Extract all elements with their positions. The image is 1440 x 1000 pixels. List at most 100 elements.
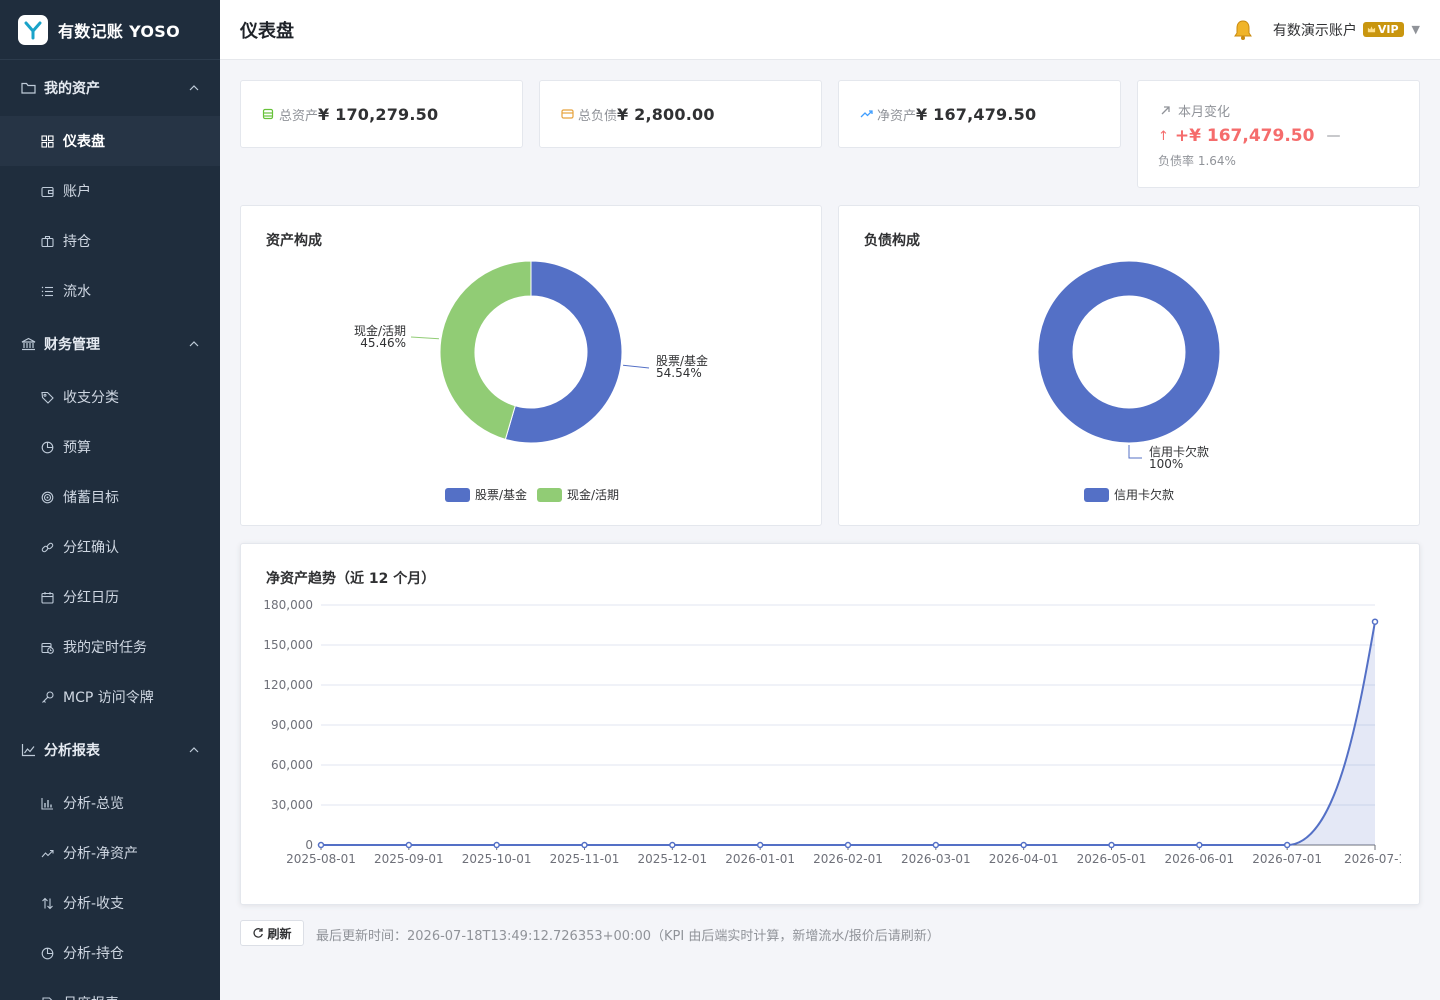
sidebar-item-1-0[interactable]: 收支分类 [0, 372, 220, 422]
liability-composition-card: 负债构成 信用卡欠款 100% 信用卡欠款 [838, 205, 1420, 526]
legend-label[interactable]: 股票/基金 [475, 487, 527, 502]
pie-icon [40, 946, 54, 960]
kpi-value: ¥ 167,479.50 [916, 104, 1037, 124]
sidebar-item-1-1[interactable]: 预算 [0, 422, 220, 472]
menu-group-label: 分析报表 [44, 743, 100, 759]
monthly-change-value: +¥ 167,479.50 [1174, 126, 1315, 146]
sidebar-item-0-0[interactable]: 仪表盘 [0, 116, 220, 166]
data-point[interactable] [756, 841, 764, 849]
sidebar-item-label: 我的定时任务 [63, 640, 147, 656]
data-point[interactable] [844, 841, 852, 849]
kpi-value: ¥ 2,800.00 [617, 104, 715, 124]
sidebar-item-2-4[interactable]: 月度报表 [0, 978, 220, 1000]
sidebar-item-1-6[interactable]: MCP 访问令牌 [0, 672, 220, 722]
y-tick-label: 120,000 [263, 678, 313, 692]
top-header: 仪表盘 有数演示账户 VIP ▼ [220, 0, 1440, 60]
sidebar-item-2-0[interactable]: 分析-总览 [0, 778, 220, 828]
kpi-label: 本月变化 [1178, 105, 1231, 120]
kpi-net-assets: 净资产 ¥ 167,479.50 [838, 80, 1121, 148]
legend-label[interactable]: 信用卡欠款 [1114, 487, 1174, 502]
logo-icon [18, 14, 48, 45]
sidebar-item-2-3[interactable]: 分析-持仓 [0, 928, 220, 978]
data-point[interactable] [1371, 618, 1379, 625]
pie-label-percent: 45.46% [360, 336, 406, 350]
user-dropdown-caret[interactable]: ▼ [1412, 23, 1420, 36]
data-point[interactable] [317, 841, 325, 849]
grid-icon [40, 134, 54, 148]
sidebar-item-1-3[interactable]: 分红确认 [0, 522, 220, 572]
calendar-icon [40, 590, 54, 604]
legend-swatch[interactable] [537, 488, 562, 502]
data-point[interactable] [405, 841, 413, 849]
sidebar-item-label: 分析-持仓 [63, 946, 125, 962]
sort-icon [40, 896, 54, 910]
sidebar-item-label: 月度报表 [63, 993, 119, 1000]
sidebar-item-0-2[interactable]: 持仓 [0, 216, 220, 266]
sidebar-item-label: 持仓 [63, 234, 91, 250]
pie-slice[interactable] [1037, 260, 1221, 444]
menu-group-label: 我的资产 [44, 81, 100, 97]
net-asset-trend-card: 净资产趋势（近 12 个月） 0 30,000 60,000 90,000 120,00… [240, 543, 1420, 905]
kpi-total-liabilities: 总负债 ¥ 2,800.00 [539, 80, 822, 148]
key-icon [40, 690, 54, 704]
sidebar-item-1-2[interactable]: 储蓄目标 [0, 472, 220, 522]
menu-group-0[interactable]: 我的资产 [0, 60, 220, 116]
bell-icon[interactable] [1231, 18, 1255, 42]
data-point[interactable] [1020, 841, 1027, 849]
legend-label[interactable]: 现金/活期 [567, 487, 619, 502]
area-fill [321, 621, 1375, 845]
refresh-button[interactable]: 刷新 [240, 920, 304, 946]
user-name[interactable]: 有数演示账户 [1273, 20, 1357, 40]
legend-swatch[interactable] [1084, 488, 1109, 502]
target-icon [40, 490, 54, 504]
legend-swatch[interactable] [445, 488, 470, 502]
menu-group-2[interactable]: 分析报表 [0, 722, 220, 778]
refresh-icon [252, 927, 264, 939]
sidebar-item-1-5[interactable]: 我的定时任务 [0, 622, 220, 672]
trend-up-icon [859, 107, 873, 121]
kpi-label: 总资产 [279, 108, 319, 124]
app-title: 有数记账 YOSO [58, 21, 181, 41]
y-tick-label: 60,000 [271, 758, 313, 772]
x-tick-label: 2026-04-01 [989, 852, 1059, 866]
refresh-label: 刷新 [267, 926, 292, 941]
y-tick-label: 30,000 [271, 798, 313, 812]
kpi-label: 净资产 [877, 108, 917, 124]
pie-icon [40, 440, 54, 454]
trend-icon [40, 846, 54, 860]
sidebar-item-0-1[interactable]: 账户 [0, 166, 220, 216]
crown-icon [1367, 26, 1375, 33]
sidebar-item-2-1[interactable]: 分析-净资产 [0, 828, 220, 878]
chevron-up-icon[interactable] [188, 744, 200, 756]
sidebar-item-label: 分析-收支 [63, 896, 125, 912]
data-point[interactable] [1196, 841, 1203, 849]
sidebar-item-label: 流水 [63, 284, 91, 300]
chevron-up-icon[interactable] [188, 338, 200, 350]
chevron-up-icon[interactable] [188, 82, 200, 94]
sidebar-item-label: 账户 [63, 184, 91, 200]
x-tick-label: 2025-09-01 [374, 852, 444, 866]
debt-ratio: 负债率 1.64% [1158, 154, 1236, 168]
data-point[interactable] [1108, 841, 1115, 849]
menu-group-1[interactable]: 财务管理 [0, 316, 220, 372]
kpi-value: ¥ 170,279.50 [318, 104, 439, 124]
data-point[interactable] [932, 841, 940, 849]
brand[interactable]: 有数记账 YOSO [0, 0, 220, 60]
data-point[interactable] [1283, 841, 1291, 849]
y-tick-label: 180,000 [263, 598, 313, 612]
data-point[interactable] [669, 841, 676, 849]
sidebar-item-2-2[interactable]: 分析-收支 [0, 878, 220, 928]
pie-label-line [623, 364, 650, 369]
sidebar-item-0-3[interactable]: 流水 [0, 266, 220, 316]
pie-label-line [410, 336, 439, 340]
data-point[interactable] [581, 841, 588, 849]
x-tick-label: 2025-12-01 [637, 852, 707, 866]
data-point[interactable] [493, 841, 500, 849]
pie-label-line [1128, 445, 1142, 459]
sidebar-item-1-4[interactable]: 分红日历 [0, 572, 220, 622]
asset-composition-card: 资产构成 股票/基金 54.54% 现金/活期 45.46% 股票/基金 现金/活期 [240, 205, 822, 526]
sidebar-menu: 我的资产仪表盘账户持仓流水财务管理 收支分类 预算 储蓄目标 分红确认 分红日历我的定时任… [0, 60, 220, 1000]
x-tick-label: 2025-11-01 [550, 852, 620, 866]
y-tick-label: 0 [305, 838, 313, 852]
last-updated-text: 最后更新时间：2026-07-18T13:49:12.726353+00:00（… [316, 929, 940, 944]
